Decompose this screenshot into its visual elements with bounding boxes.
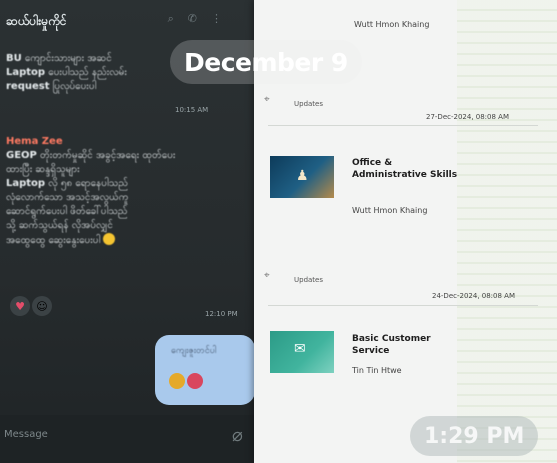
updates-label[interactable]: Updates xyxy=(294,276,323,284)
chat-header: ဆယ်ပါးမှုကိုင် ⌕✆⋮ xyxy=(6,10,246,34)
message-text: ပေးပါသည် နည်းလမ်း xyxy=(45,67,127,78)
message-text: BU xyxy=(6,53,22,64)
course-title[interactable]: Office & Administrative Skills xyxy=(352,157,462,181)
message-text: တိုးတက်မှုဆိုင် အခွင့်အရေး ထုတ်ပေး xyxy=(36,150,176,161)
message-text: သို့ ဆက်သွယ်ရန် လိုအပ်လျှင် xyxy=(6,220,113,231)
course-author: Wutt Hmon Khaing xyxy=(354,20,430,29)
divider xyxy=(268,125,538,126)
avatar[interactable]: ☺ xyxy=(32,296,52,316)
message-text: Laptop xyxy=(6,178,46,189)
attach-icon[interactable]: ⌀ xyxy=(232,425,243,446)
location-pin-icon: ⌖ xyxy=(264,270,270,281)
updates-label[interactable]: Updates xyxy=(294,100,323,108)
timestamp: 27-Dec-2024, 08:08 AM xyxy=(426,113,509,121)
course-thumbnail[interactable]: ✉ xyxy=(270,331,334,373)
heart-icon[interactable]: ♥ xyxy=(10,296,30,316)
message-input[interactable]: Message xyxy=(4,429,48,440)
message-text: request xyxy=(6,81,50,92)
background-texture xyxy=(457,0,557,463)
menu-icon[interactable]: ⋮ xyxy=(211,12,236,25)
course-author: Wutt Hmon Khaing xyxy=(352,206,428,215)
message-time: 12:10 PM xyxy=(205,310,238,318)
time-overlay: 1:29 PM xyxy=(410,416,539,456)
search-icon[interactable]: ⌕ xyxy=(168,12,188,25)
message-time: 10:15 AM xyxy=(175,106,209,114)
message-text: ကျောင်းသားများ အဆင် xyxy=(21,53,112,64)
sender-name[interactable]: Hema Zee xyxy=(6,135,236,149)
chat-title[interactable]: ဆယ်ပါးမှုကိုင် xyxy=(6,14,66,28)
avatar[interactable] xyxy=(187,373,203,389)
course-title[interactable]: Basic Customer Service xyxy=(352,333,462,357)
message-2[interactable]: Hema Zee GEOP တိုးတက်မှုဆိုင် အခွင့်အရေး… xyxy=(6,135,236,248)
message-text: အထွေထွေ ဆွေးနွေးပေးပါ xyxy=(6,235,101,246)
timestamp: 24-Dec-2024, 08:08 AM xyxy=(432,292,515,300)
message-text: ဆောင်ရွက်ပေးပါ ဖိတ်ခေါ်ပါသည် xyxy=(6,206,128,217)
course-thumbnail[interactable]: ♟ xyxy=(270,156,334,198)
divider xyxy=(268,305,538,306)
course-author: Tin Tin Htwe xyxy=(352,366,402,375)
location-pin-icon: ⌖ xyxy=(264,94,270,105)
flower-icon[interactable] xyxy=(169,373,185,389)
message-text: ထားပြီး ဆန္ဒရှိသူများ xyxy=(6,164,80,175)
outgoing-message[interactable]: ကျေးဇူးတင်ပါ xyxy=(155,335,255,405)
smile-emoji-icon xyxy=(103,233,116,245)
message-text: ပြုလုပ်ပေးပါ xyxy=(49,81,97,92)
date-overlay: December 9 xyxy=(170,40,362,84)
message-text: လို ၅၈ ရောနေပါသည် xyxy=(45,178,128,189)
chat-bubble-icon: ✉ xyxy=(294,341,306,357)
message-text: ကျေးဇူးတင်ပါ xyxy=(171,346,217,356)
person-icon: ♟ xyxy=(296,168,309,184)
message-text: Laptop xyxy=(6,67,46,78)
chat-header-icons: ⌕✆⋮ xyxy=(168,12,236,26)
phone-icon[interactable]: ✆ xyxy=(188,12,211,25)
message-reactions[interactable]: ♥ ☺ xyxy=(10,296,52,316)
message-text: GEOP xyxy=(6,150,37,161)
message-composer[interactable]: Message ⌀ xyxy=(0,415,255,463)
message-reactions[interactable] xyxy=(169,373,203,389)
message-text: လုံလောက်သော အသင့်အလွယ်ကူ xyxy=(6,192,129,203)
